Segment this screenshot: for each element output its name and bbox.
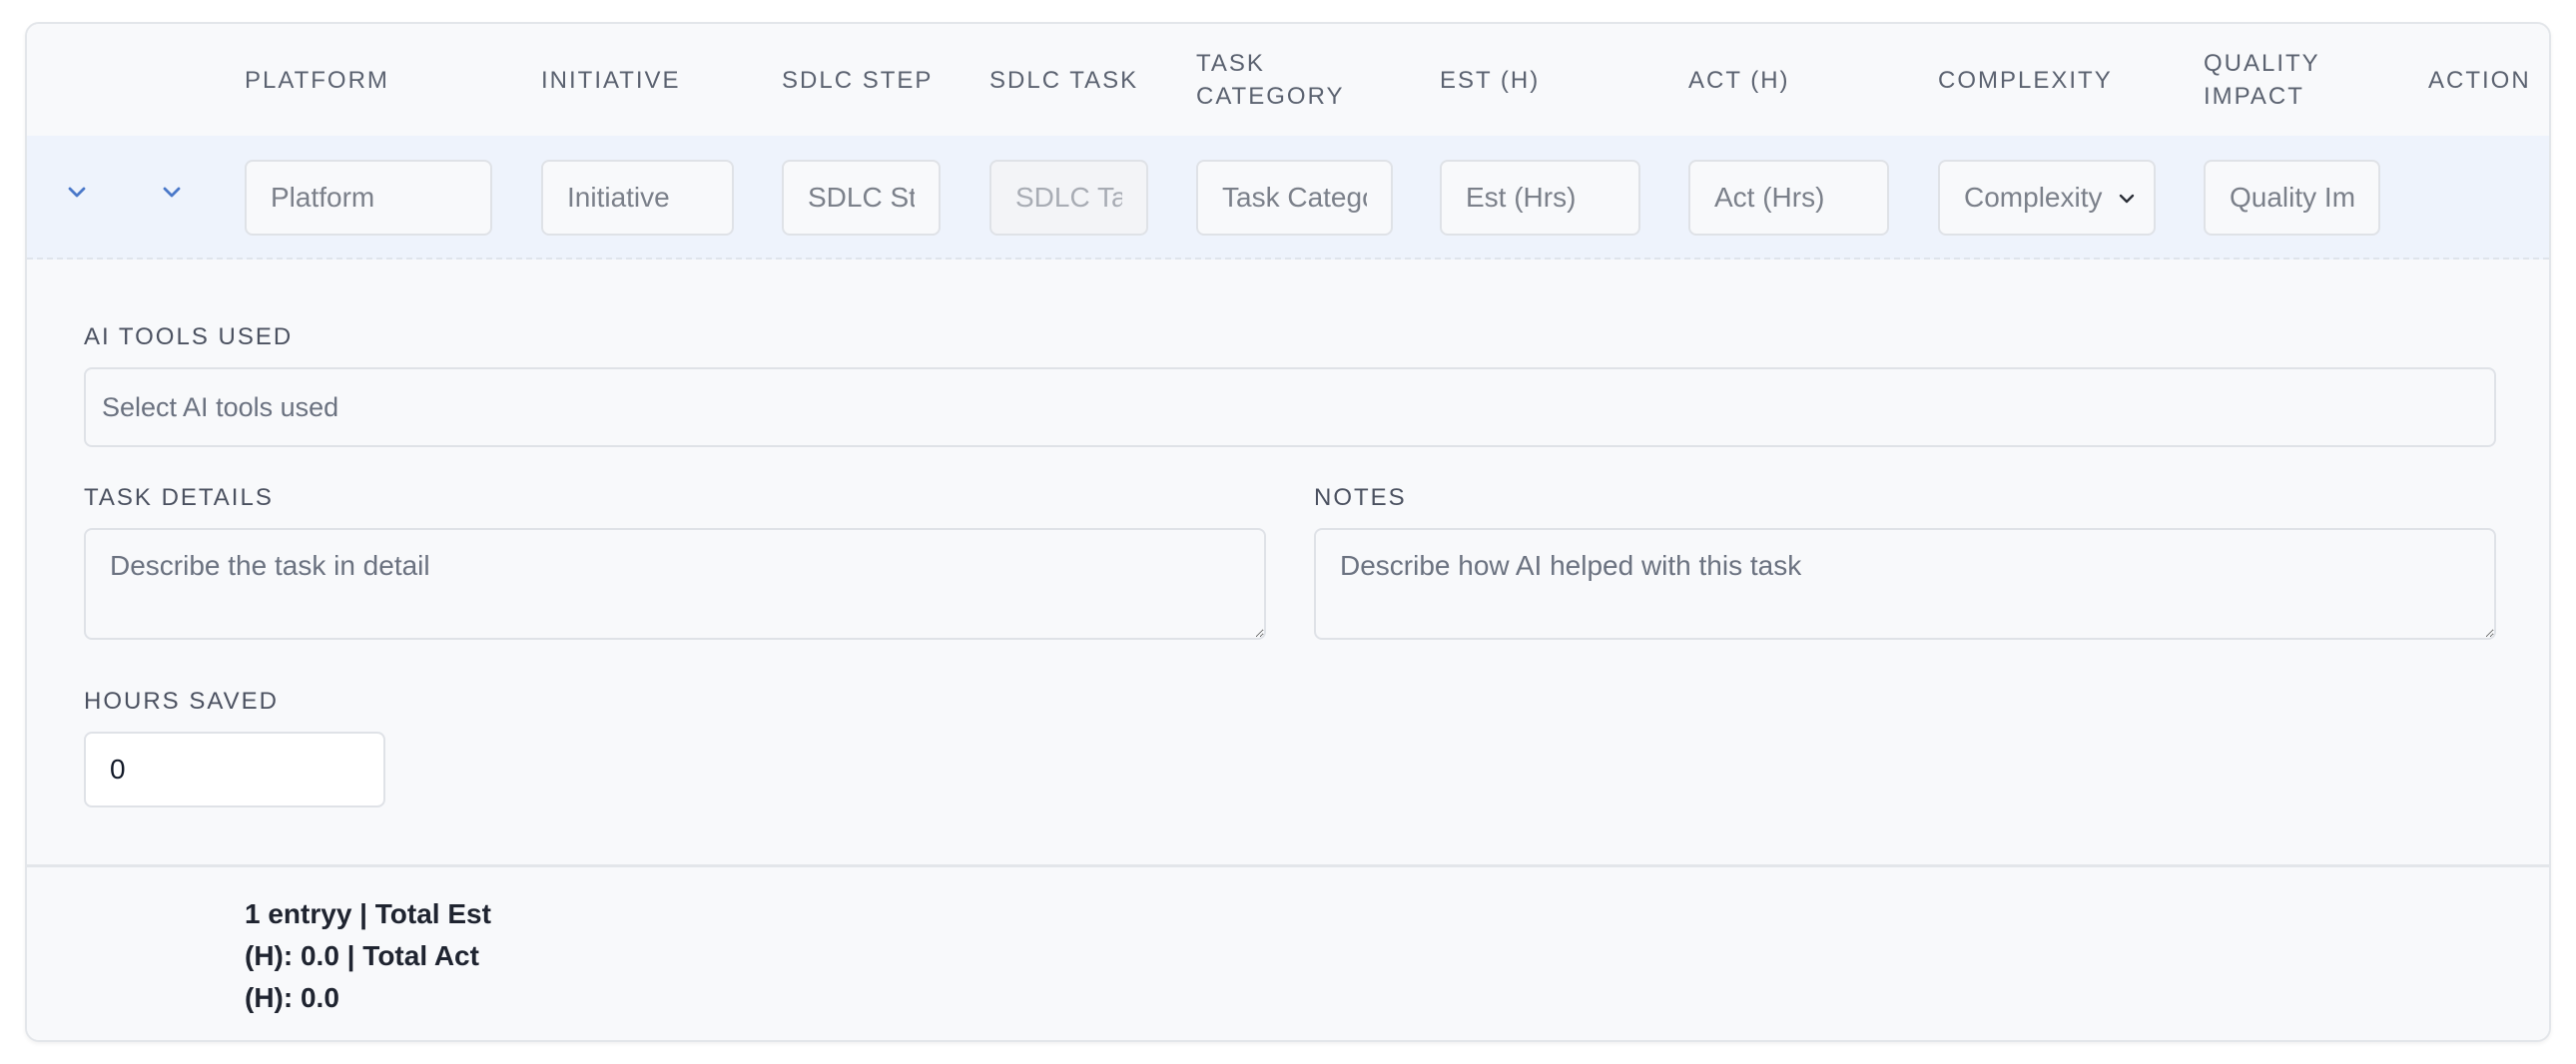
header-action: ACTION — [2428, 66, 2531, 94]
sdlc-task-input[interactable] — [989, 160, 1148, 236]
task-category-input[interactable] — [1196, 160, 1393, 236]
ai-tools-select[interactable] — [84, 367, 2496, 447]
header-act-h: ACT (H) — [1688, 66, 1790, 94]
header-sdlc-step: SDLC STEP — [782, 66, 934, 94]
header-est-h: EST (H) — [1440, 66, 1541, 94]
header-platform: PLATFORM — [245, 66, 389, 94]
task-details-label: TASK DETAILS — [84, 484, 274, 511]
complexity-select[interactable]: Complexity — [1938, 160, 2156, 236]
sdlc-step-input[interactable] — [782, 160, 941, 236]
header-quality-impact: QUALITY IMPACT — [2204, 50, 2320, 110]
totals-summary: 1 entryy | Total Est (H): 0.0 | Total Ac… — [245, 898, 491, 1013]
act-hrs-input[interactable] — [1688, 160, 1889, 236]
header-task-category: TASK CATEGORY — [1196, 50, 1345, 110]
task-details-textarea[interactable] — [84, 528, 1266, 640]
table-footer: 1 entryy | Total Est (H): 0.0 | Total Ac… — [27, 864, 2549, 1040]
header-complexity: COMPLEXITY — [1938, 66, 2113, 94]
hours-saved-label: HOURS SAVED — [84, 688, 279, 715]
platform-input[interactable] — [245, 160, 492, 236]
toggle-chevron-down-icon[interactable] — [157, 178, 187, 208]
initiative-input[interactable] — [541, 160, 734, 236]
notes-textarea[interactable] — [1314, 528, 2496, 640]
quality-impact-input[interactable] — [2204, 160, 2380, 236]
hours-saved-input[interactable] — [84, 732, 385, 807]
ai-tools-label: AI TOOLS USED — [84, 323, 294, 350]
chevron-down-icon — [2119, 194, 2135, 204]
table-header: PLATFORM INITIATIVE SDLC STEP SDLC TASK … — [27, 24, 2549, 136]
notes-label: NOTES — [1314, 484, 1407, 511]
est-hrs-input[interactable] — [1440, 160, 1640, 236]
header-sdlc-task: SDLC TASK — [989, 66, 1139, 94]
header-initiative: INITIATIVE — [541, 66, 681, 94]
table-row: Complexity — [27, 136, 2549, 260]
entries-card: PLATFORM INITIATIVE SDLC STEP SDLC TASK … — [25, 22, 2551, 1042]
expand-chevron-down-icon[interactable] — [62, 178, 92, 208]
complexity-selected-value: Complexity — [1964, 182, 2103, 213]
